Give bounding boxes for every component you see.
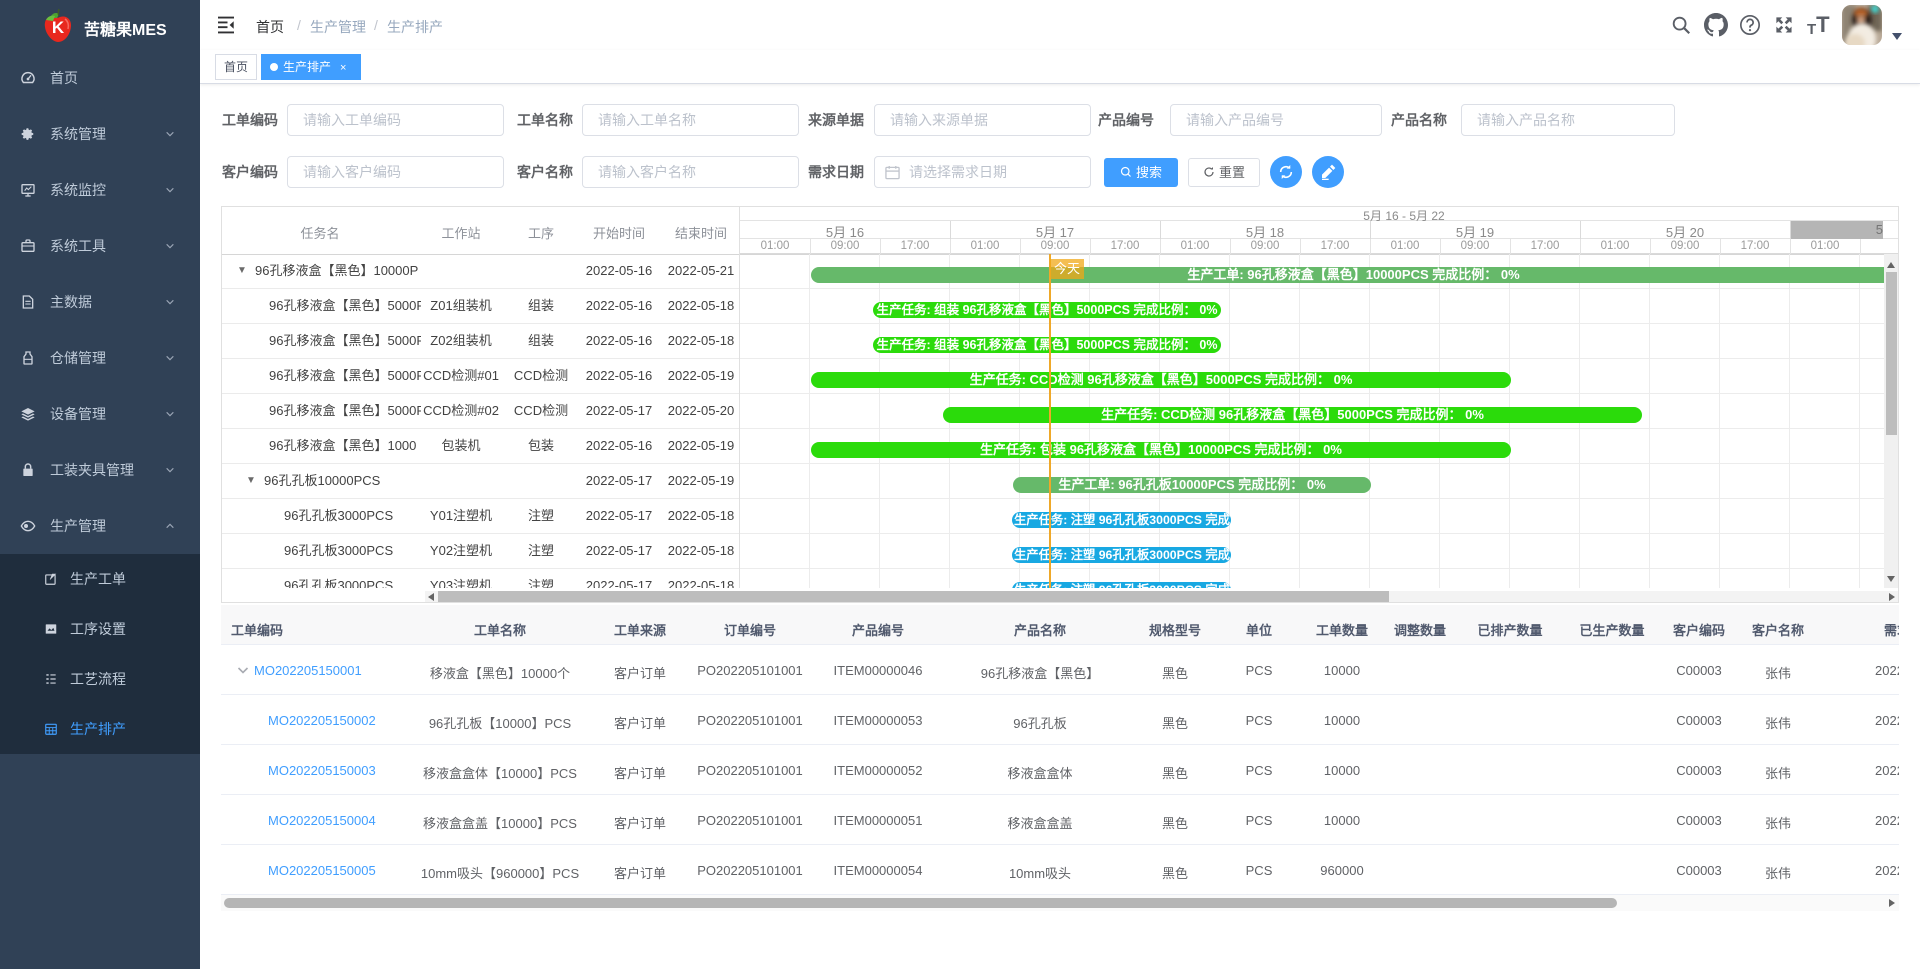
svg-text:K: K xyxy=(52,18,65,37)
